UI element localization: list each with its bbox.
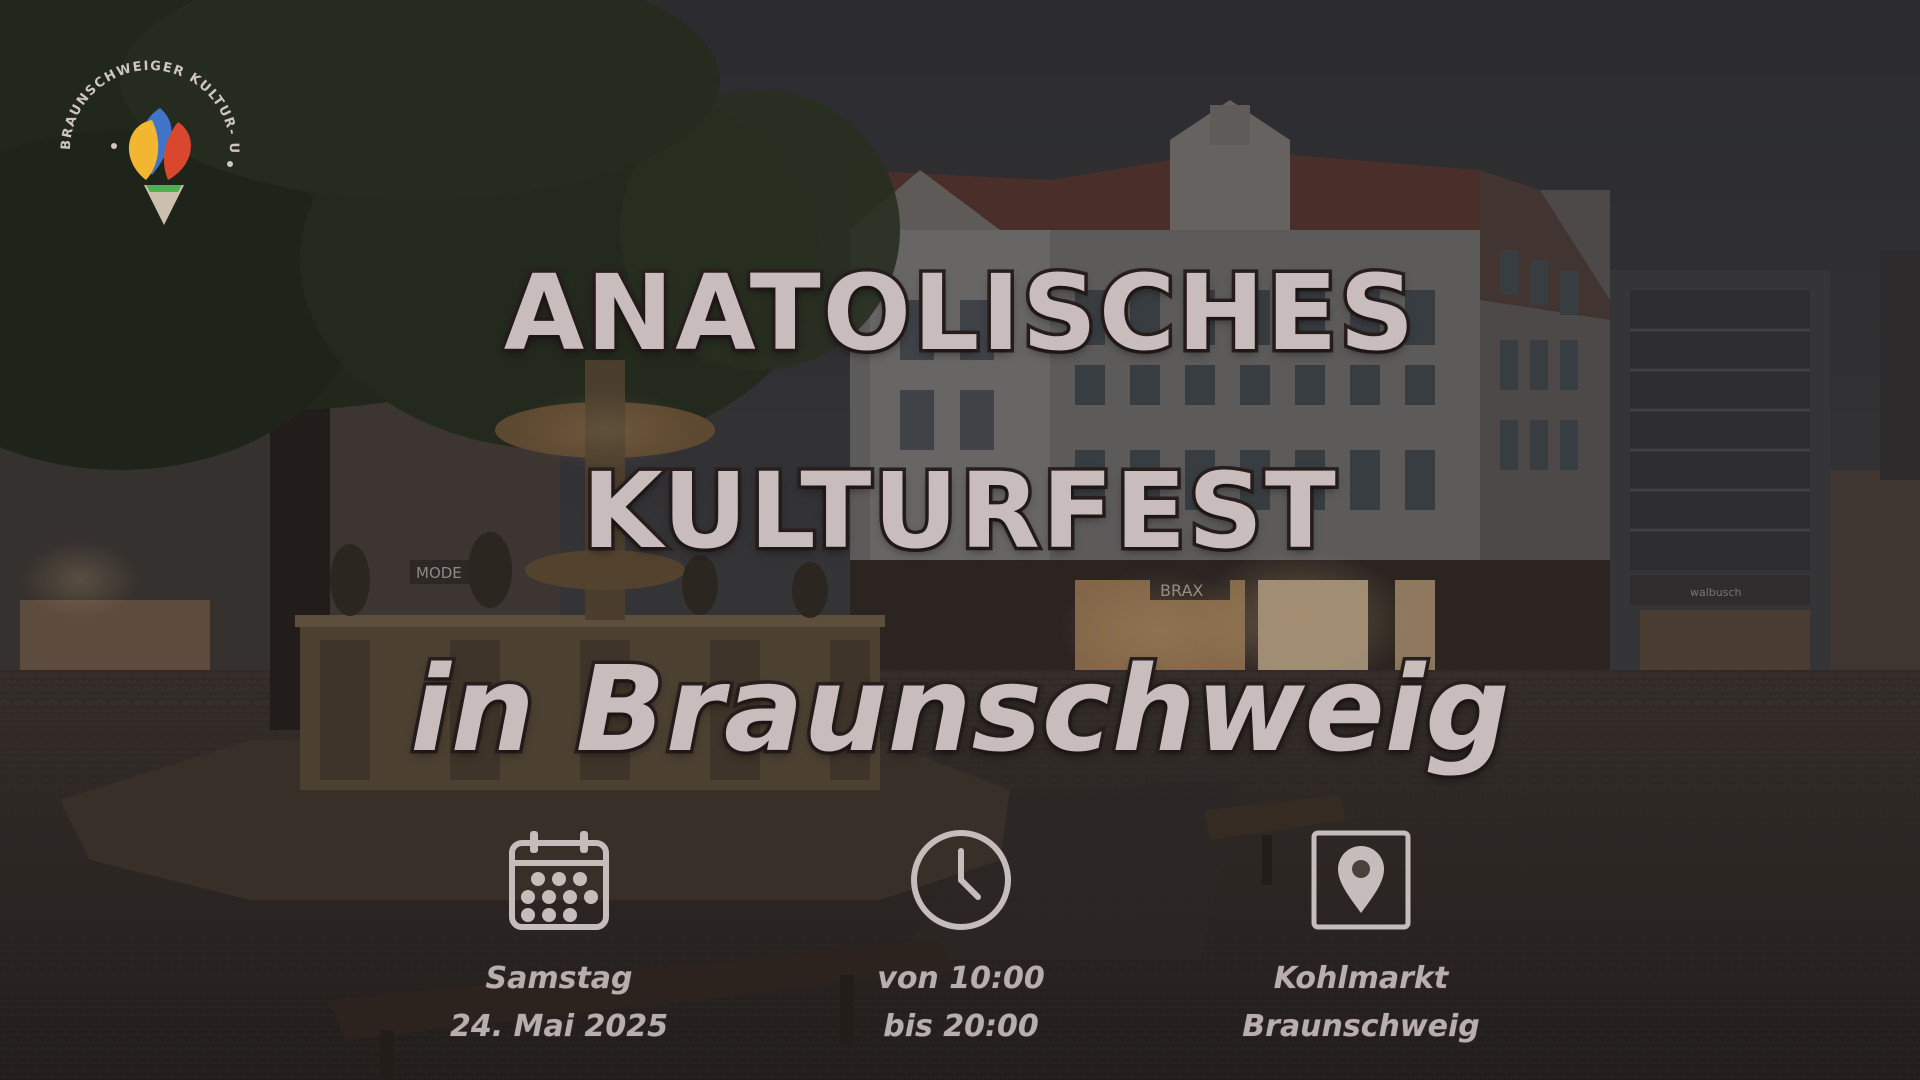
time-start: von 10:00 bbox=[877, 961, 1045, 997]
calendar-icon bbox=[509, 831, 609, 930]
date-weekday: Samstag bbox=[485, 961, 633, 997]
date-value: 24. Mai 2025 bbox=[450, 1009, 669, 1045]
location-place: Kohlmarkt bbox=[1273, 961, 1449, 997]
flyer: walbusch BRAX MODE BRAUNSCHWEIGER KULTUR… bbox=[0, 0, 1920, 1080]
info-date: Samstag 24. Mai 2025 bbox=[409, 825, 709, 1051]
info-time: von 10:00 bis 20:00 bbox=[811, 825, 1111, 1051]
tulip-flame-icon bbox=[128, 108, 191, 225]
kulturhaus-logo: BRAUNSCHWEIGER KULTUR- UND BILDUNGSHAUS bbox=[40, 40, 240, 225]
map-pin-icon bbox=[1311, 830, 1411, 930]
location-city: Braunschweig bbox=[1242, 1009, 1480, 1045]
info-location: Kohlmarkt Braunschweig bbox=[1211, 825, 1511, 1051]
headline-line-3: in Braunschweig bbox=[407, 637, 1513, 782]
headline-line-2: KULTURFEST bbox=[579, 447, 1340, 576]
time-end: bis 20:00 bbox=[883, 1009, 1040, 1045]
clock-icon bbox=[911, 830, 1011, 930]
headline-line-1: ANATOLISCHES bbox=[500, 249, 1417, 378]
